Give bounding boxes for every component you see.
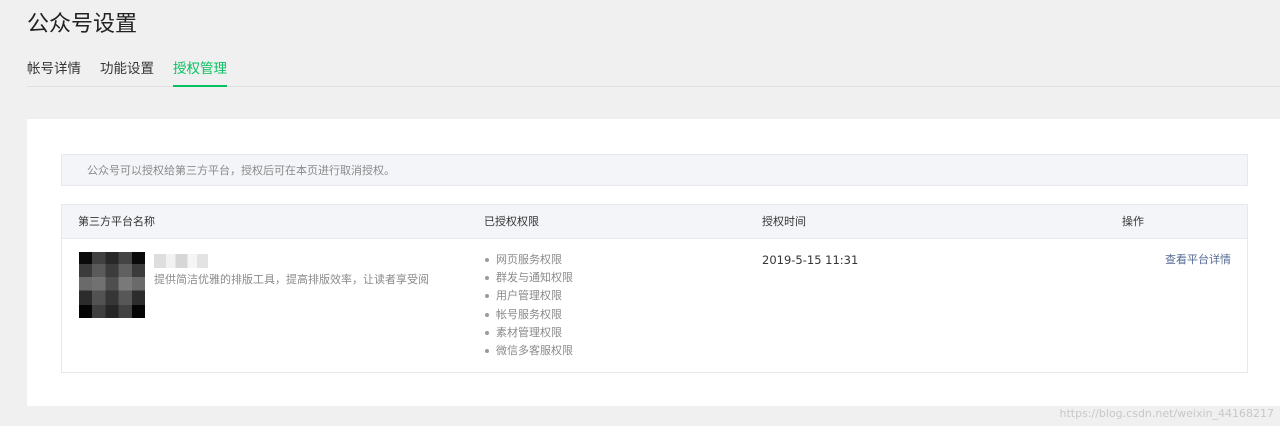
permission-label: 素材管理权限	[496, 325, 562, 339]
view-platform-details-link[interactable]: 查看平台详情	[1165, 252, 1231, 268]
tab-authorization-management[interactable]: 授权管理	[173, 58, 227, 87]
bullet-icon	[485, 312, 489, 317]
permission-item: 微信多客服权限	[484, 342, 573, 360]
column-header-permissions: 已授权权限	[484, 215, 539, 228]
permission-label: 群发与通知权限	[496, 271, 573, 285]
table-row: 提供简洁优雅的排版工具，提高排版效率，让读者享受阅 网页服务权限 群发与通知权限…	[62, 239, 1247, 372]
permission-item: 网页服务权限	[484, 251, 573, 269]
column-header-actions: 操作	[1122, 215, 1144, 228]
permission-label: 用户管理权限	[496, 289, 562, 303]
permission-label: 帐号服务权限	[496, 307, 562, 321]
tab-feature-settings[interactable]: 功能设置	[100, 58, 154, 85]
watermark: https://blog.csdn.net/weixin_44168217	[1059, 407, 1274, 420]
tab-account-details[interactable]: 帐号详情	[27, 58, 81, 85]
permission-item: 群发与通知权限	[484, 269, 573, 287]
permission-label: 微信多客服权限	[496, 344, 573, 358]
authorization-notice: 公众号可以授权给第三方平台，授权后可在本页进行取消授权。	[61, 154, 1248, 186]
permission-item: 用户管理权限	[484, 287, 573, 305]
page-title: 公众号设置	[27, 12, 138, 37]
platform-name-redacted	[154, 254, 208, 268]
authorization-card: 公众号可以授权给第三方平台，授权后可在本页进行取消授权。 第三方平台名称 已授权…	[27, 119, 1280, 406]
tab-bar: 帐号详情 功能设置 授权管理	[27, 58, 1280, 87]
platform-avatar	[79, 252, 145, 318]
permission-item: 素材管理权限	[484, 324, 573, 342]
permission-item: 帐号服务权限	[484, 306, 573, 324]
bullet-icon	[485, 276, 489, 281]
column-header-platform-name: 第三方平台名称	[78, 215, 155, 228]
column-header-auth-time: 授权时间	[762, 215, 806, 228]
bullet-icon	[485, 294, 489, 299]
table-header: 第三方平台名称 已授权权限 授权时间 操作	[62, 205, 1247, 239]
permission-label: 网页服务权限	[496, 253, 562, 266]
permission-list: 网页服务权限 群发与通知权限 用户管理权限 帐号服务权限 素材管理权限 微信多客…	[484, 251, 573, 360]
authorization-time: 2019-5-15 11:31	[762, 253, 859, 267]
authorized-platforms-table: 第三方平台名称 已授权权限 授权时间 操作 提供简洁优雅的排版工具，提高排版效率…	[61, 204, 1248, 373]
bullet-icon	[485, 330, 489, 335]
bullet-icon	[485, 349, 489, 354]
platform-description: 提供简洁优雅的排版工具，提高排版效率，让读者享受阅	[154, 273, 429, 286]
bullet-icon	[485, 258, 489, 262]
page: 公众号设置 帐号详情 功能设置 授权管理 公众号可以授权给第三方平台，授权后可在…	[0, 0, 1280, 426]
